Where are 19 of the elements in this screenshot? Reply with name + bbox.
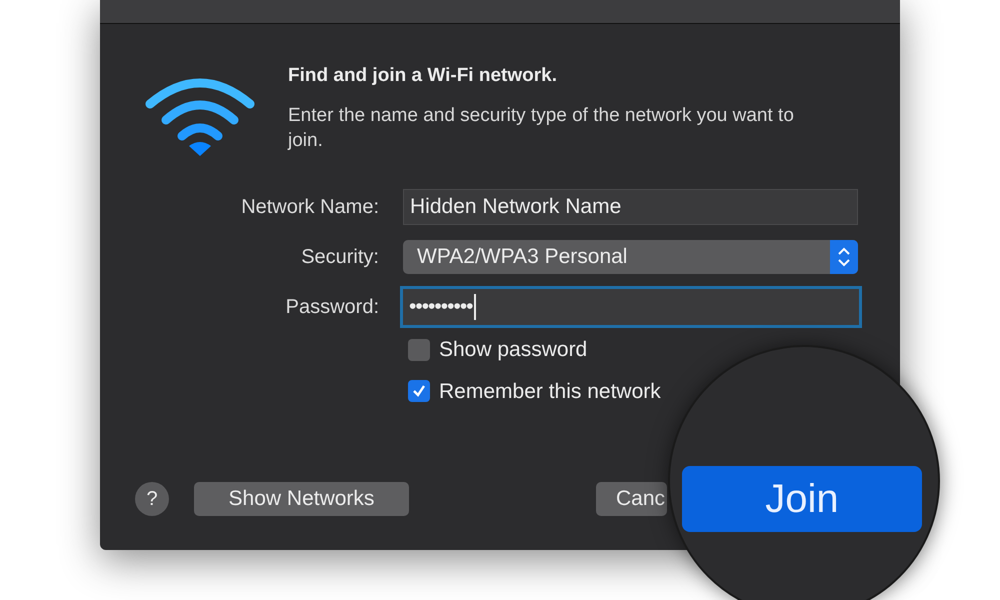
checkbox-option[interactable]: Remember this network [408,376,661,407]
checkbox[interactable] [408,338,430,361]
show-networks-button[interactable]: Show Networks [194,482,409,516]
password-field[interactable]: •••••••••• [400,286,862,328]
field-label: Network Name: [240,195,380,220]
checkbox-option[interactable]: Show password [408,334,588,366]
security-select[interactable]: WPA2/WPA3 Personal [403,240,858,274]
stepper-icon [830,240,858,274]
help-button[interactable]: ? [135,482,169,516]
checkmark-icon [412,384,426,398]
field-label: Security: [300,245,380,270]
dialog-heading: Find and join a Wi-Fi network. [288,64,558,88]
text-cursor [474,294,476,320]
cancel-button[interactable]: Canc [596,482,667,516]
join-button[interactable]: Join [682,466,922,532]
checkbox[interactable] [408,380,430,402]
input-field[interactable]: Hidden Network Name [403,189,858,225]
field-label: Password: [284,295,380,320]
dialog-message: Enter the name and security type of the network you want to join. [288,104,795,152]
